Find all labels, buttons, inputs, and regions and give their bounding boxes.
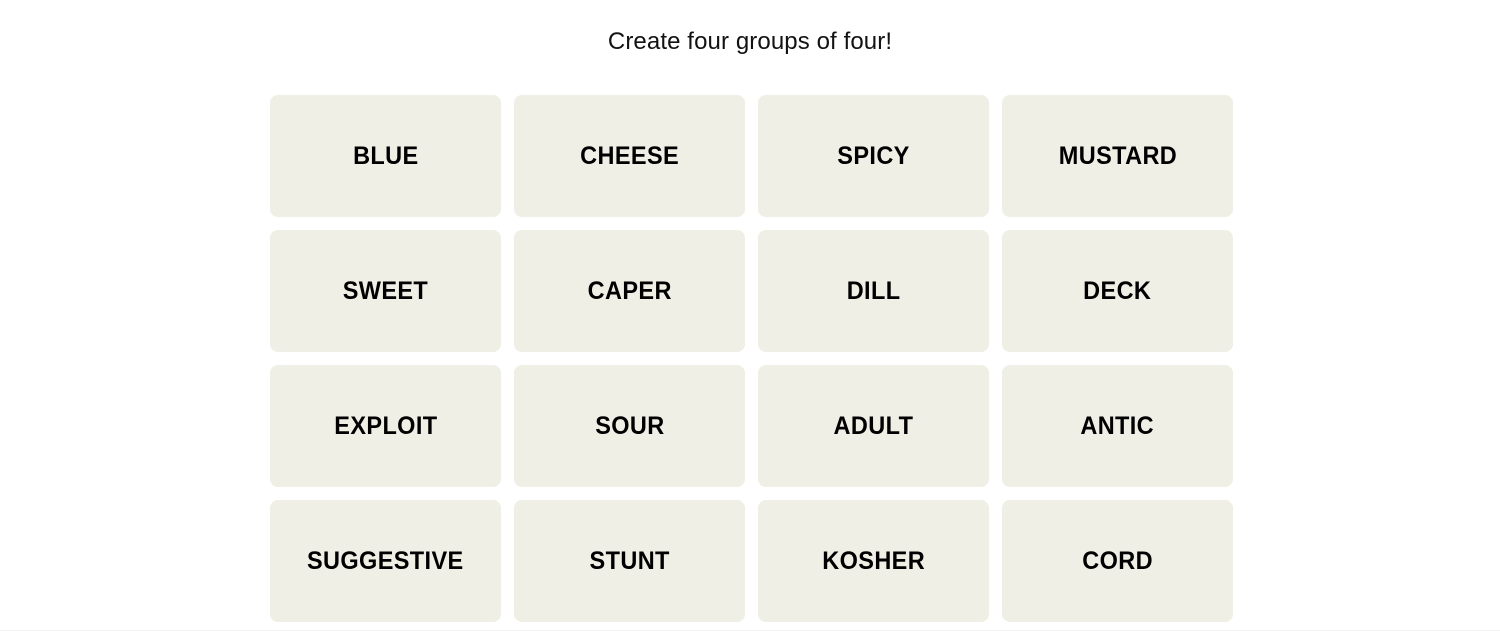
word-tile-label: DILL xyxy=(846,276,901,305)
word-tile-label: KOSHER xyxy=(822,546,925,575)
word-tile[interactable]: STUNT xyxy=(514,500,745,622)
word-tile-label: STUNT xyxy=(589,546,670,575)
bottom-divider xyxy=(0,630,1500,631)
word-tile[interactable]: SWEET xyxy=(270,230,501,352)
word-tile[interactable]: CHEESE xyxy=(514,95,745,217)
word-tile-label: EXPLOIT xyxy=(333,411,438,440)
word-tile[interactable]: SPICY xyxy=(758,95,989,217)
word-tile-label: ADULT xyxy=(833,411,914,440)
word-tile[interactable]: DECK xyxy=(1002,230,1233,352)
word-tile-label: MUSTARD xyxy=(1058,141,1177,170)
word-tile-label: CHEESE xyxy=(580,141,679,170)
word-tile[interactable]: MUSTARD xyxy=(1002,95,1233,217)
word-tile[interactable]: DILL xyxy=(758,230,989,352)
word-tile[interactable]: KOSHER xyxy=(758,500,989,622)
word-tile[interactable]: CORD xyxy=(1002,500,1233,622)
word-tile[interactable]: ANTIC xyxy=(1002,365,1233,487)
word-tile-label: SWEET xyxy=(342,276,429,305)
word-tile-label: ANTIC xyxy=(1080,411,1155,440)
word-tile-label: BLUE xyxy=(352,141,419,170)
puzzle-instruction-text: Create four groups of four! xyxy=(607,28,893,55)
word-tile-label: CAPER xyxy=(587,276,672,305)
word-tile-label: DECK xyxy=(1083,276,1152,305)
word-tile-label: SPICY xyxy=(837,141,910,170)
word-tile-label: SOUR xyxy=(594,411,665,440)
word-tile[interactable]: BLUE xyxy=(270,95,501,217)
word-tile[interactable]: SOUR xyxy=(514,365,745,487)
word-tile[interactable]: ADULT xyxy=(758,365,989,487)
word-tile-label: SUGGESTIVE xyxy=(307,546,464,575)
word-tile[interactable]: CAPER xyxy=(514,230,745,352)
word-tile-label: CORD xyxy=(1082,546,1153,575)
word-tile[interactable]: SUGGESTIVE xyxy=(270,500,501,622)
word-tile[interactable]: EXPLOIT xyxy=(270,365,501,487)
connections-puzzle-app: Create four groups of four! BLUE CHEESE SP… xyxy=(0,0,1500,636)
word-tile-grid: BLUE CHEESE SPICY MUSTARD SWEET CAPER DILL DECK… xyxy=(270,95,1233,622)
